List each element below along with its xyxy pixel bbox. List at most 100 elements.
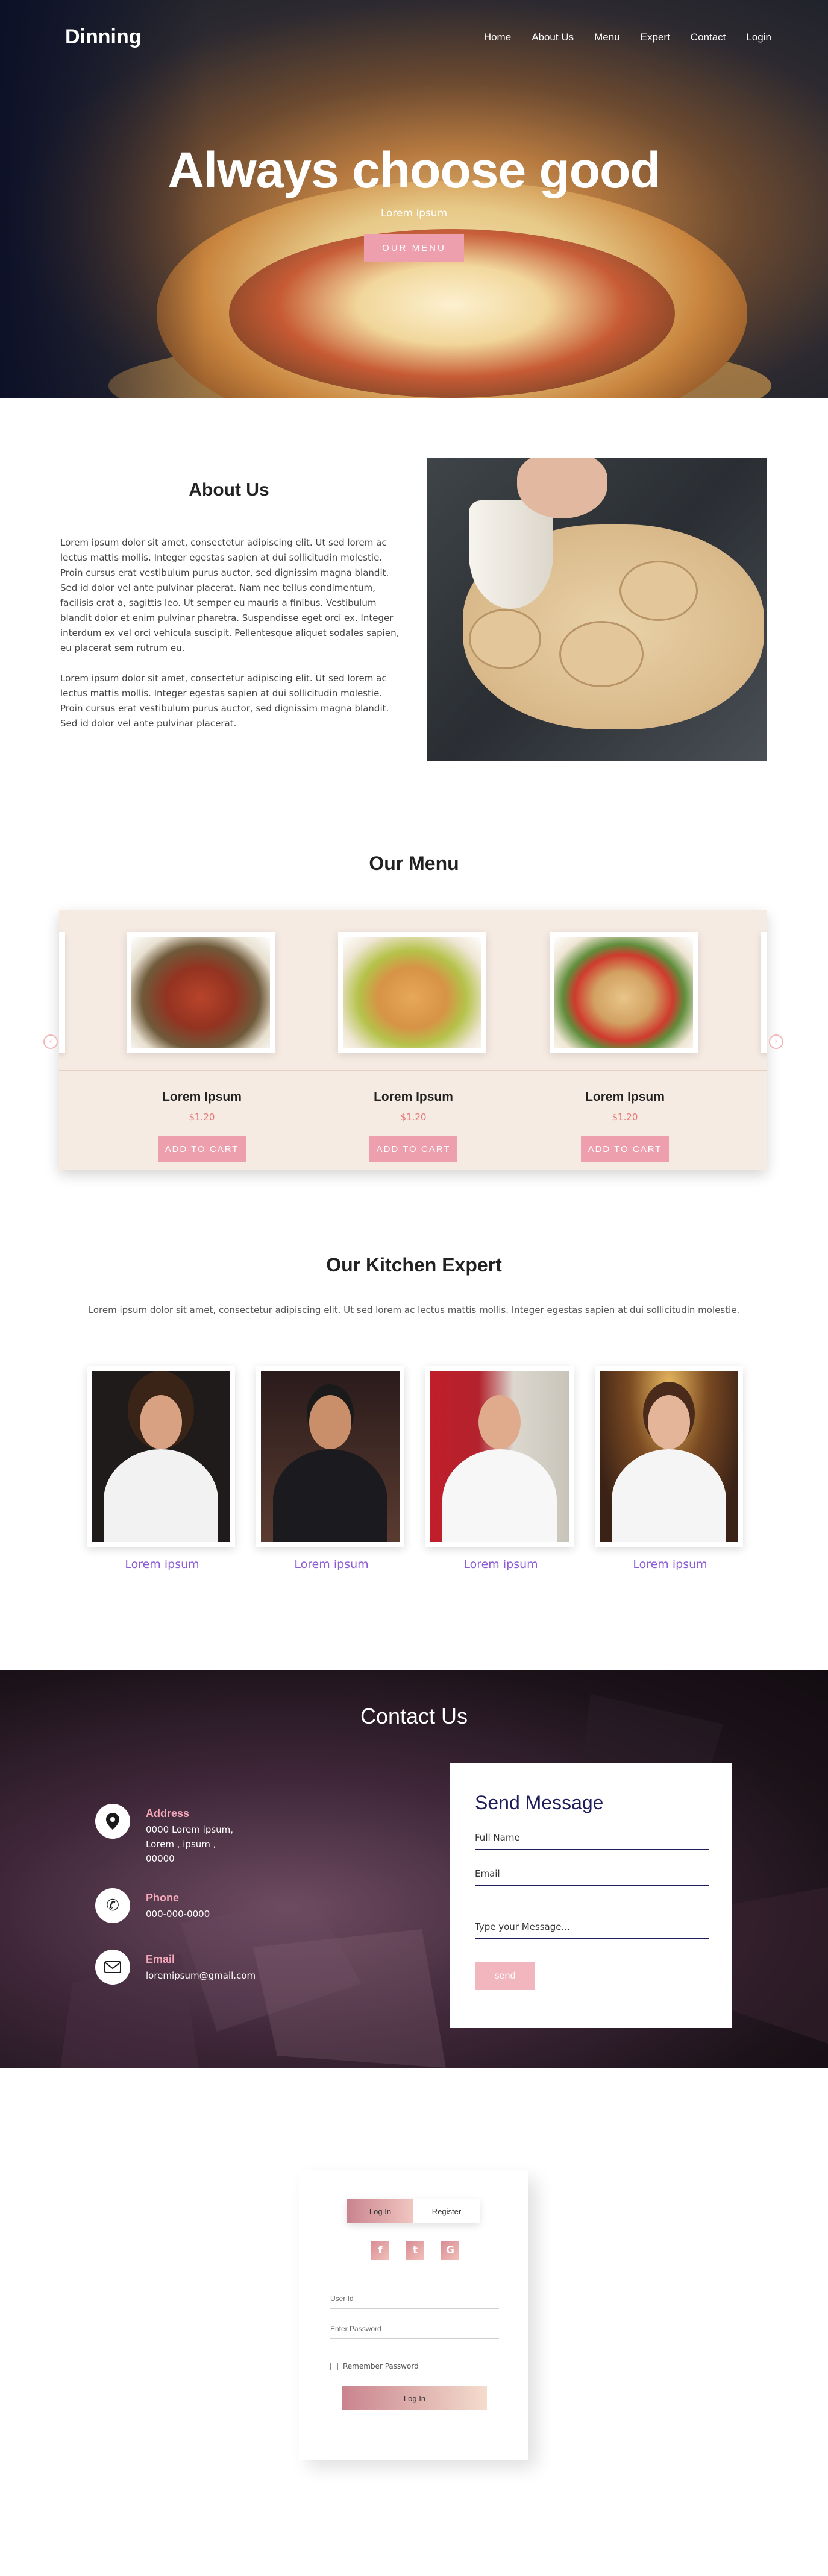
form-title: Send Message bbox=[475, 1792, 604, 1813]
expert-name[interactable]: Lorem ipsum bbox=[256, 1558, 407, 1571]
send-button[interactable]: send bbox=[475, 1962, 535, 1990]
carousel-next-icon[interactable]: › bbox=[769, 1034, 783, 1049]
login-button[interactable]: Log In bbox=[342, 2386, 487, 2410]
food-image bbox=[343, 937, 481, 1048]
expert-coat-shape bbox=[104, 1449, 218, 1542]
contact-title: Contact Us bbox=[360, 1704, 468, 1728]
dough-cutout bbox=[469, 609, 541, 669]
social-login: f t G bbox=[371, 2241, 459, 2260]
expert-coat-shape bbox=[612, 1449, 726, 1542]
expert-name[interactable]: Lorem ipsum bbox=[595, 1558, 745, 1571]
expert-title: Our Kitchen Expert bbox=[326, 1254, 502, 1276]
menu-card-partial-left bbox=[59, 932, 65, 1053]
expert-image bbox=[261, 1371, 400, 1542]
menu-card: Lorem Ipsum $1.20 ADD TO CART bbox=[127, 932, 277, 1167]
email-block: Email loremipsum@gmail.com bbox=[95, 1950, 256, 1985]
full-name-field[interactable] bbox=[475, 1828, 709, 1850]
expert-card: Lorem ipsum bbox=[87, 1366, 237, 1571]
menu-title: Our Menu bbox=[369, 852, 459, 874]
phone-icon: ✆ bbox=[95, 1888, 130, 1923]
address-value: 0000 Lorem ipsum, Lorem , ipsum , 00000 bbox=[146, 1824, 234, 1864]
menu-item-price: $1.20 bbox=[612, 1112, 638, 1123]
nav-expert[interactable]: Expert bbox=[641, 31, 670, 43]
menu-item-name: Lorem Ipsum bbox=[585, 1090, 665, 1104]
nav-login[interactable]: Login bbox=[746, 31, 771, 43]
expert-photo bbox=[87, 1366, 235, 1547]
hero-subtitle: Lorem ipsum bbox=[380, 207, 448, 219]
about-section: About Us Lorem ipsum dolor sit amet, con… bbox=[0, 398, 828, 820]
expert-coat-shape bbox=[442, 1449, 557, 1542]
tab-register[interactable]: Register bbox=[413, 2199, 480, 2223]
contact-section: Contact Us Address 0000 Lorem ipsum, Lor… bbox=[0, 1670, 828, 2068]
twitter-icon[interactable]: t bbox=[406, 2241, 424, 2260]
email-field[interactable] bbox=[475, 1865, 709, 1886]
login-section: Log In Register f t G Remember Password … bbox=[0, 2068, 828, 2510]
menu-section: Our Menu Lorem Ipsum $1.20 ADD TO CART L… bbox=[0, 820, 828, 1236]
menu-item-price: $1.20 bbox=[189, 1112, 215, 1123]
our-menu-button[interactable]: OUR MENU bbox=[364, 234, 464, 262]
menu-card-partial-right bbox=[761, 932, 767, 1053]
menu-item-name: Lorem Ipsum bbox=[162, 1090, 242, 1104]
food-image bbox=[131, 937, 270, 1048]
expert-head-shape bbox=[309, 1395, 351, 1449]
expert-image bbox=[92, 1371, 230, 1542]
add-to-cart-button[interactable]: ADD TO CART bbox=[369, 1136, 457, 1162]
expert-image bbox=[600, 1371, 738, 1542]
nav-home[interactable]: Home bbox=[484, 31, 511, 43]
site-logo[interactable]: Dinning bbox=[65, 25, 142, 49]
nav-about[interactable]: About Us bbox=[532, 31, 574, 43]
menu-item-name: Lorem Ipsum bbox=[374, 1090, 453, 1104]
login-card: Log In Register f t G Remember Password … bbox=[299, 2170, 528, 2460]
about-paragraph-2: Lorem ipsum dolor sit amet, consectetur … bbox=[60, 673, 389, 729]
dough-cutout bbox=[559, 621, 644, 687]
tab-login[interactable]: Log In bbox=[347, 2199, 413, 2223]
menu-item-photo bbox=[127, 932, 275, 1053]
user-id-field[interactable] bbox=[330, 2292, 499, 2309]
facebook-icon[interactable]: f bbox=[371, 2241, 389, 2260]
nav-menu[interactable]: Menu bbox=[594, 31, 620, 43]
remember-label: Remember Password bbox=[343, 2362, 419, 2370]
expert-card: Lorem ipsum bbox=[256, 1366, 407, 1571]
password-field[interactable] bbox=[330, 2322, 499, 2339]
email-label: Email bbox=[146, 1953, 175, 1965]
phone-block: ✆ Phone 000-000-0000 bbox=[95, 1888, 210, 1923]
carousel-prev-icon[interactable]: ‹ bbox=[43, 1034, 58, 1049]
expert-coat-shape bbox=[273, 1449, 387, 1542]
message-field[interactable] bbox=[475, 1918, 709, 1939]
menu-item-price: $1.20 bbox=[400, 1112, 427, 1123]
menu-item-photo bbox=[338, 932, 486, 1053]
food-image bbox=[554, 937, 693, 1048]
envelope-icon bbox=[95, 1950, 130, 1985]
expert-card: Lorem ipsum bbox=[425, 1366, 576, 1571]
address-block: Address 0000 Lorem ipsum, Lorem , ipsum … bbox=[95, 1804, 233, 1866]
expert-photo bbox=[425, 1366, 574, 1547]
expert-name[interactable]: Lorem ipsum bbox=[87, 1558, 237, 1571]
add-to-cart-button[interactable]: ADD TO CART bbox=[581, 1136, 669, 1162]
add-to-cart-button[interactable]: ADD TO CART bbox=[158, 1136, 246, 1162]
auth-tabs: Log In Register bbox=[347, 2199, 480, 2223]
main-nav: Home About Us Menu Expert Contact Login bbox=[484, 31, 771, 43]
address-label: Address bbox=[146, 1807, 190, 1819]
map-pin-icon bbox=[95, 1804, 130, 1839]
phone-label: Phone bbox=[146, 1892, 180, 1904]
menu-card: Lorem Ipsum $1.20 ADD TO CART bbox=[338, 932, 489, 1167]
send-message-form: Send Message send bbox=[450, 1763, 732, 2028]
remember-checkbox[interactable] bbox=[330, 2362, 338, 2370]
menu-card: Lorem Ipsum $1.20 ADD TO CART bbox=[550, 932, 700, 1167]
expert-head-shape bbox=[140, 1395, 182, 1449]
remember-row: Remember Password bbox=[330, 2362, 419, 2370]
menu-carousel[interactable]: Lorem Ipsum $1.20 ADD TO CART Lorem Ipsu… bbox=[59, 910, 767, 1170]
email-value[interactable]: loremipsum@gmail.com bbox=[146, 1968, 256, 1983]
menu-item-photo bbox=[550, 932, 698, 1053]
nav-contact[interactable]: Contact bbox=[691, 31, 726, 43]
about-dough-image bbox=[427, 458, 767, 761]
about-title: About Us bbox=[189, 480, 269, 500]
expert-name[interactable]: Lorem ipsum bbox=[425, 1558, 576, 1571]
expert-description: Lorem ipsum dolor sit amet, consectetur … bbox=[88, 1305, 740, 1315]
expert-image bbox=[430, 1371, 569, 1542]
expert-head-shape bbox=[648, 1395, 690, 1449]
about-paragraph-1: Lorem ipsum dolor sit amet, consectetur … bbox=[60, 537, 400, 653]
google-icon[interactable]: G bbox=[441, 2241, 459, 2260]
expert-card: Lorem ipsum bbox=[595, 1366, 745, 1571]
hero-section: Dinning Home About Us Menu Expert Contac… bbox=[0, 0, 828, 398]
